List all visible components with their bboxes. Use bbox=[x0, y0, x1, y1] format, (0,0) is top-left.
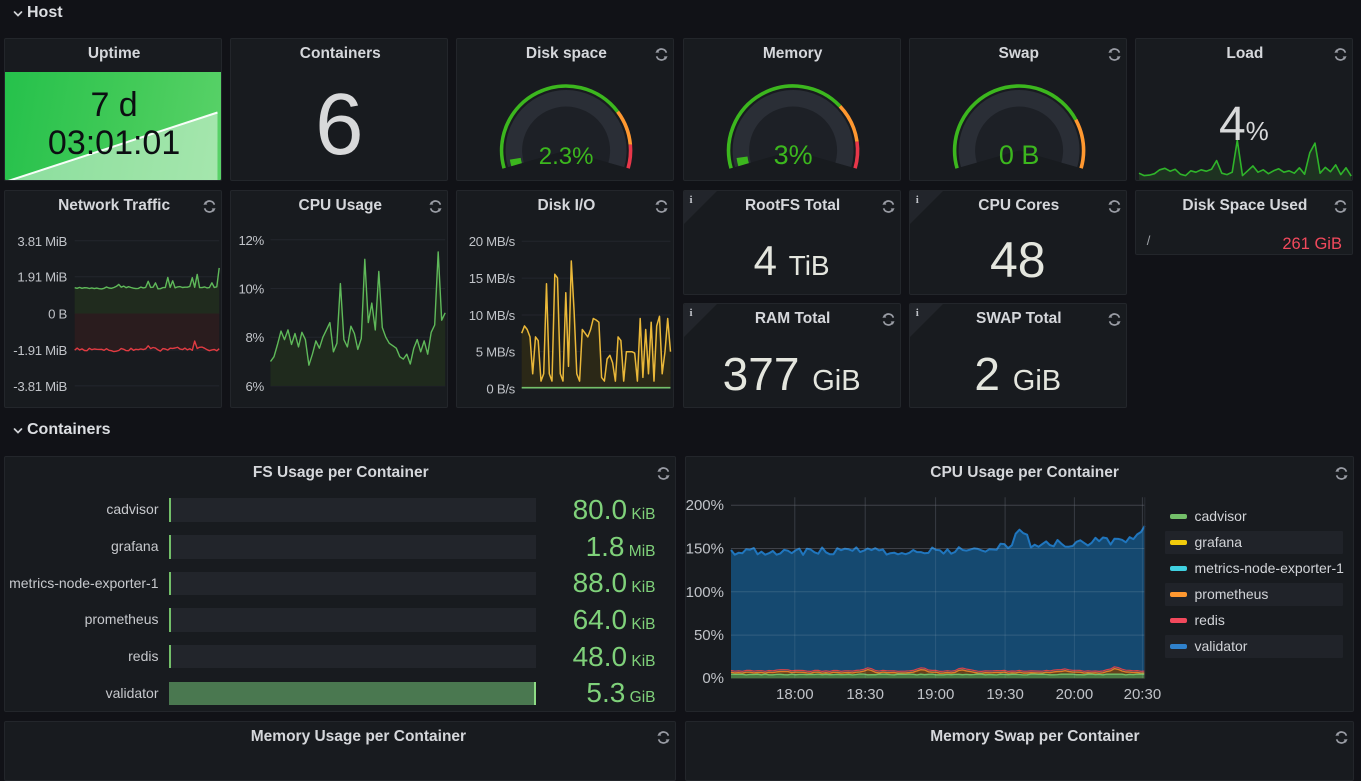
svg-text:12%: 12% bbox=[239, 232, 265, 247]
svg-text:150%: 150% bbox=[686, 541, 724, 558]
svg-text:19:30: 19:30 bbox=[986, 686, 1024, 703]
svg-text:20:30: 20:30 bbox=[1123, 686, 1161, 703]
svg-text:18:00: 18:00 bbox=[776, 686, 814, 703]
svg-text:0%: 0% bbox=[702, 670, 724, 687]
svg-text:3%: 3% bbox=[773, 139, 812, 169]
svg-text:18:30: 18:30 bbox=[846, 686, 884, 703]
svg-text:15 MB/s: 15 MB/s bbox=[469, 271, 516, 286]
svg-text:6%: 6% bbox=[246, 378, 265, 393]
svg-text:8%: 8% bbox=[246, 330, 265, 345]
svg-text:-3.81 MiB: -3.81 MiB bbox=[13, 378, 67, 393]
svg-text:20:00: 20:00 bbox=[1055, 686, 1093, 703]
svg-text:0 B: 0 B bbox=[48, 306, 67, 321]
svg-text:10 MB/s: 10 MB/s bbox=[469, 307, 516, 322]
svg-text:-1.91 MiB: -1.91 MiB bbox=[13, 342, 67, 357]
svg-text:3.81 MiB: 3.81 MiB bbox=[17, 233, 67, 248]
svg-text:200%: 200% bbox=[686, 497, 724, 514]
svg-text:100%: 100% bbox=[686, 584, 724, 601]
svg-text:10%: 10% bbox=[239, 281, 265, 296]
svg-text:0 B/s: 0 B/s bbox=[487, 381, 516, 396]
svg-text:2.3%: 2.3% bbox=[539, 142, 594, 169]
svg-text:5 MB/s: 5 MB/s bbox=[476, 344, 516, 359]
svg-text:0 B: 0 B bbox=[999, 139, 1040, 169]
svg-text:20 MB/s: 20 MB/s bbox=[469, 234, 516, 249]
svg-text:1.91 MiB: 1.91 MiB bbox=[17, 269, 67, 284]
svg-text:50%: 50% bbox=[693, 627, 723, 644]
svg-text:19:00: 19:00 bbox=[916, 686, 954, 703]
